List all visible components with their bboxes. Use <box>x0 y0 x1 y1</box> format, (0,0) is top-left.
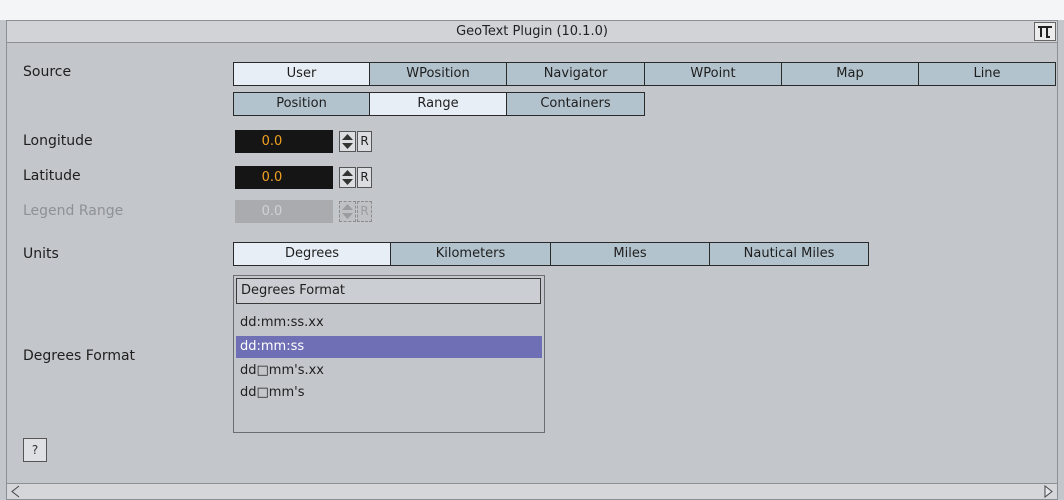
list-item[interactable]: dd:mm:ss <box>236 336 542 358</box>
units-degrees-button[interactable]: Degrees <box>233 242 391 266</box>
longitude-reset-button[interactable]: R <box>357 131 372 152</box>
source-line-button[interactable]: Line <box>918 62 1056 86</box>
source-label: Source <box>23 64 72 80</box>
units-nautical-miles-button[interactable]: Nautical Miles <box>709 242 869 266</box>
legend-range-spinner <box>339 201 356 222</box>
tool-button[interactable] <box>1034 22 1056 41</box>
legend-range-input: 0.0 <box>235 200 333 223</box>
window-title-bar: GeoText Plugin (10.1.0) <box>6 20 1058 43</box>
scroll-right-icon[interactable] <box>1041 485 1055 498</box>
latitude-label: Latitude <box>23 168 81 184</box>
source-navigator-button[interactable]: Navigator <box>506 62 645 86</box>
units-miles-button[interactable]: Miles <box>550 242 710 266</box>
legend-range-reset-button: R <box>357 201 372 222</box>
latitude-input[interactable]: 0.0 <box>235 166 333 189</box>
degrees-format-label: Degrees Format <box>23 348 136 364</box>
list-header: Degrees Format <box>236 278 541 304</box>
source-map-button[interactable]: Map <box>781 62 919 86</box>
up-down-arrow-icon <box>342 204 353 219</box>
up-down-arrow-icon <box>342 134 353 149</box>
horizontal-scrollbar[interactable] <box>6 483 1058 500</box>
latitude-reset-button[interactable]: R <box>357 167 372 188</box>
top-band <box>0 0 1064 20</box>
latitude-spinner[interactable] <box>339 167 356 188</box>
units-label: Units <box>23 246 59 262</box>
source-user-button[interactable]: User <box>233 62 370 86</box>
source-position-button[interactable]: Position <box>233 92 370 116</box>
help-button[interactable]: ? <box>23 438 47 462</box>
longitude-label: Longitude <box>23 133 93 149</box>
list-item[interactable]: dd:mm:ss.xx <box>236 312 542 334</box>
source-wposition-button[interactable]: WPosition <box>369 62 507 86</box>
tool-icon <box>1038 25 1052 38</box>
units-kilometers-button[interactable]: Kilometers <box>390 242 551 266</box>
degrees-format-list[interactable]: Degrees Format dd:mm:ss.xx dd:mm:ss dd□m… <box>233 275 545 433</box>
source-wpoint-button[interactable]: WPoint <box>644 62 782 86</box>
source-containers-button[interactable]: Containers <box>506 92 645 116</box>
longitude-input[interactable]: 0.0 <box>235 130 333 153</box>
longitude-spinner[interactable] <box>339 131 356 152</box>
scroll-left-icon[interactable] <box>9 485 23 498</box>
source-range-button[interactable]: Range <box>369 92 507 116</box>
legend-range-label: Legend Range <box>23 203 124 219</box>
up-down-arrow-icon <box>342 170 353 185</box>
window-title: GeoText Plugin (10.1.0) <box>456 24 608 39</box>
list-item[interactable]: dd□mm's.xx <box>236 360 542 382</box>
list-item[interactable]: dd□mm's <box>236 382 542 404</box>
